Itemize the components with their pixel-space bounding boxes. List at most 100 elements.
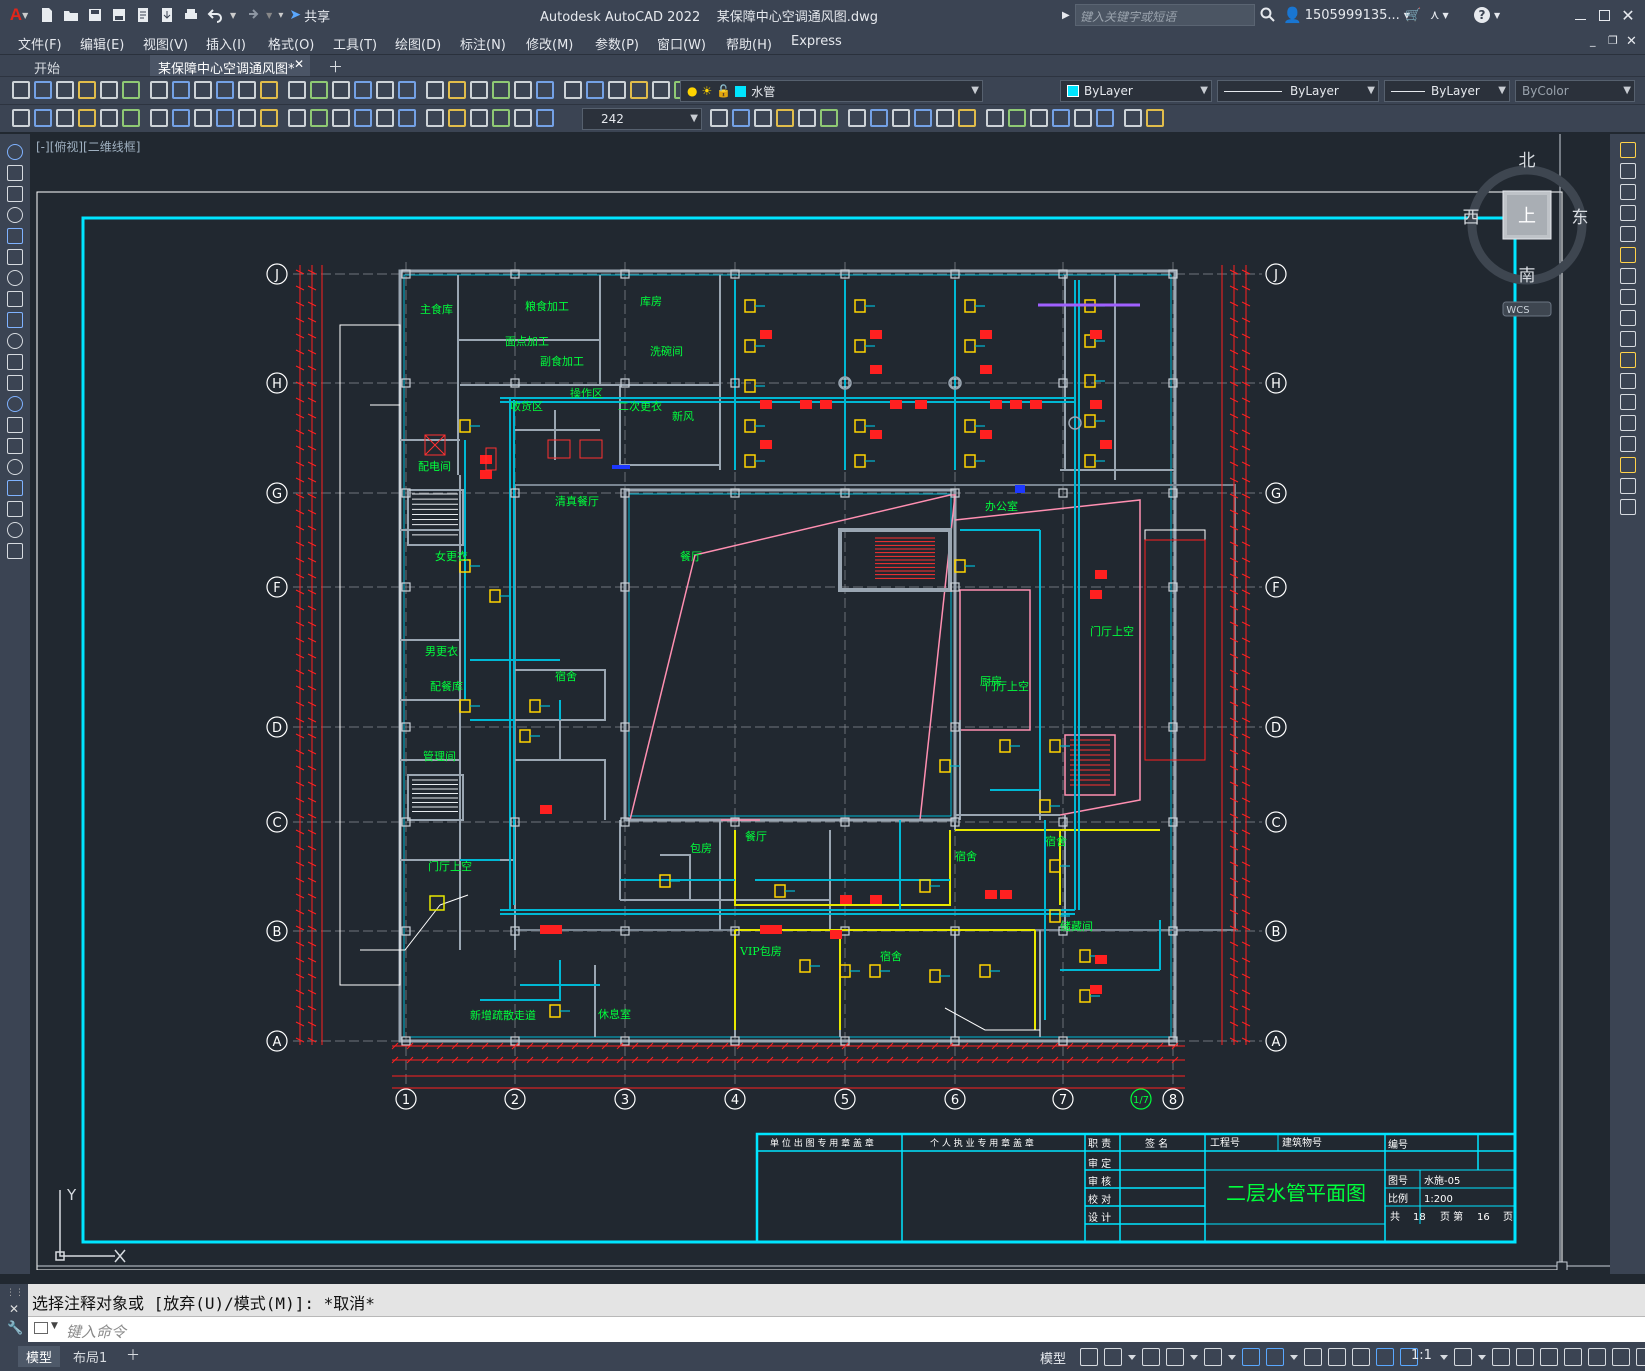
dimension-tool-icon-21[interactable] [470, 109, 488, 127]
save-icon[interactable] [86, 6, 104, 24]
lineweight-dropdown[interactable]: ByLayer ▼ [1384, 80, 1510, 102]
search-input[interactable]: 键入关键字或短语 [1075, 4, 1255, 26]
spline-icon[interactable] [7, 312, 23, 328]
transparency-icon[interactable] [1328, 1348, 1346, 1366]
modify-tool-icon-20[interactable] [1146, 109, 1164, 127]
plotstyle-dropdown[interactable]: ByColor ▼ [1515, 80, 1635, 102]
viewcube[interactable] [1467, 165, 1587, 317]
standard-tool-icon-11[interactable] [238, 81, 256, 99]
menu-express[interactable]: Express [791, 34, 842, 49]
isodraft-icon[interactable] [1204, 1348, 1222, 1366]
modify-tool-icon-4[interactable] [776, 109, 794, 127]
ellipse-arc-icon[interactable] [7, 354, 23, 370]
offset-icon[interactable] [1620, 205, 1636, 221]
layer-dropdown[interactable]: ● ☀ 🔓 水管 ▼ [680, 80, 983, 102]
modify-tool-icon-1[interactable] [710, 109, 728, 127]
linetype-dropdown[interactable]: ByLayer ▼ [1217, 80, 1379, 102]
break-at-point-icon[interactable] [1620, 373, 1636, 389]
menu-parametric[interactable]: 参数(P) [595, 34, 639, 53]
dimension-tool-icon-24[interactable] [536, 109, 554, 127]
drag-handle-icon[interactable]: ⋮⋮ [6, 1288, 24, 1298]
autodesk-a360-icon[interactable]: ⋏ ▼ [1430, 5, 1449, 25]
open-file-icon[interactable] [62, 6, 80, 24]
viewport-controls[interactable]: [-][俯视][二维线框] [36, 138, 140, 155]
annotation-monitor-icon[interactable] [1492, 1348, 1510, 1366]
modify-tool-icon-14[interactable] [1008, 109, 1026, 127]
app-menu-button[interactable]: A ▼ [6, 5, 32, 24]
join-icon[interactable] [1620, 415, 1636, 431]
snap-icon[interactable] [1104, 1348, 1122, 1366]
redo-dropdown-icon[interactable]: ▼ [266, 11, 272, 20]
explode-icon[interactable] [1620, 499, 1636, 515]
standard-tool-icon-19[interactable] [426, 81, 444, 99]
doc-close-icon[interactable]: ✕ [1626, 34, 1637, 49]
ortho-icon[interactable] [1142, 1348, 1160, 1366]
maximize-button[interactable] [1594, 5, 1614, 25]
dimension-tool-icon-2[interactable] [34, 109, 52, 127]
multiline-text-icon[interactable] [7, 522, 23, 538]
dimension-tool-icon-19[interactable] [426, 109, 444, 127]
standard-tool-icon-29[interactable] [652, 81, 670, 99]
menu-tools[interactable]: 工具(T) [333, 34, 377, 53]
modify-tool-icon-6[interactable] [820, 109, 838, 127]
standard-tool-icon-17[interactable] [376, 81, 394, 99]
circle-icon[interactable] [7, 270, 23, 286]
command-line[interactable]: ▼ 键入命令 [0, 1316, 1645, 1342]
annotation-visibility-icon[interactable] [1376, 1348, 1394, 1366]
copy-icon[interactable] [1620, 163, 1636, 179]
scale-icon[interactable] [1620, 289, 1636, 305]
hatch-icon[interactable] [7, 438, 23, 454]
quick-properties-icon[interactable] [1540, 1348, 1558, 1366]
standard-tool-icon-16[interactable] [354, 81, 372, 99]
modify-tool-icon-3[interactable] [754, 109, 772, 127]
dimension-tool-icon-13[interactable] [288, 109, 306, 127]
menu-format[interactable]: 格式(O) [268, 34, 314, 53]
color-dropdown[interactable]: ByLayer ▼ [1060, 80, 1212, 102]
isodraft-dropdown-icon[interactable] [1228, 1355, 1236, 1360]
tab-start[interactable]: 开始 [26, 55, 68, 77]
gradient-icon[interactable] [7, 459, 23, 475]
standard-tool-icon-28[interactable] [630, 81, 648, 99]
standard-tool-icon-13[interactable] [288, 81, 306, 99]
menu-help[interactable]: 帮助(H) [726, 34, 772, 53]
grid-icon[interactable] [1080, 1348, 1098, 1366]
ellipse-icon[interactable] [7, 333, 23, 349]
user-account[interactable]: 👤 1505999135... ▼ [1283, 5, 1410, 25]
menu-window[interactable]: 窗口(W) [657, 34, 706, 53]
dimension-tool-icon-10[interactable] [216, 109, 234, 127]
wrench-icon[interactable]: 🔧 [7, 1321, 23, 1336]
dimension-tool-icon-17[interactable] [376, 109, 394, 127]
dimension-tool-icon-5[interactable] [100, 109, 118, 127]
modify-tool-icon-11[interactable] [936, 109, 954, 127]
compass-west[interactable]: 西 [1463, 208, 1480, 228]
customize-qat-icon[interactable]: ▾ [278, 10, 283, 21]
modify-tool-icon-17[interactable] [1074, 109, 1092, 127]
customization-icon[interactable] [1636, 1348, 1645, 1366]
dimension-tool-icon-8[interactable] [172, 109, 190, 127]
fillet-icon[interactable] [1620, 457, 1636, 473]
object-snap-icon[interactable] [1266, 1348, 1284, 1366]
clean-screen-icon[interactable] [1612, 1348, 1630, 1366]
command-prompt-icon[interactable] [34, 1322, 48, 1334]
point-icon[interactable] [7, 417, 23, 433]
standard-tool-icon-10[interactable] [216, 81, 234, 99]
erase-icon[interactable] [1620, 142, 1636, 158]
standard-tool-icon-22[interactable] [492, 81, 510, 99]
standard-tool-icon-4[interactable] [78, 81, 96, 99]
save-as-icon[interactable] [110, 6, 128, 24]
standard-tool-icon-23[interactable] [514, 81, 532, 99]
trim-icon[interactable] [1620, 331, 1636, 347]
workspace-gear-icon[interactable] [1454, 1348, 1472, 1366]
modify-tool-icon-12[interactable] [958, 109, 976, 127]
compass-east[interactable]: 东 [1572, 208, 1589, 228]
dim-style-dropdown[interactable]: 242 ▼ [582, 108, 702, 130]
standard-tool-icon-24[interactable] [536, 81, 554, 99]
modify-tool-icon-19[interactable] [1124, 109, 1142, 127]
menu-edit[interactable]: 编辑(E) [80, 34, 124, 53]
modify-tool-icon-7[interactable] [848, 109, 866, 127]
undo-dropdown-icon[interactable]: ▼ [230, 11, 236, 20]
units-icon[interactable] [1516, 1348, 1534, 1366]
standard-tool-icon-26[interactable] [586, 81, 604, 99]
undo-icon[interactable] [206, 6, 224, 24]
mirror-icon[interactable] [1620, 184, 1636, 200]
